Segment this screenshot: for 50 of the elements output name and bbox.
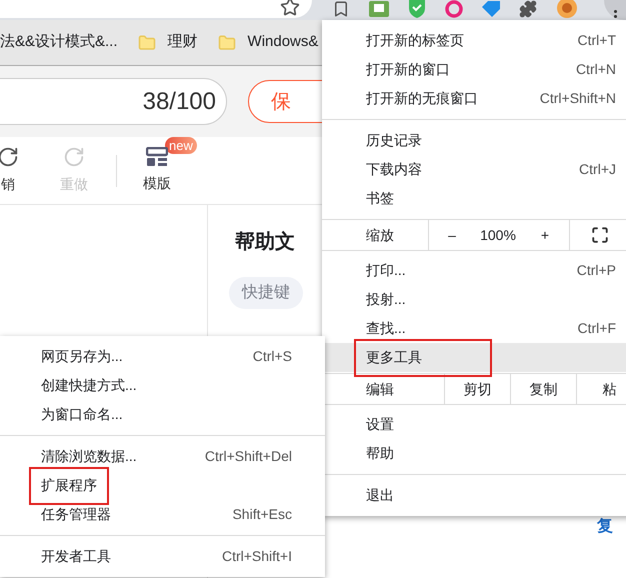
help-title: 帮助文 (235, 230, 295, 255)
menu-item[interactable]: 打开新的标签页 Ctrl+T (322, 26, 626, 55)
help-tag[interactable]: 快捷键 (229, 277, 303, 309)
menu-item[interactable]: 为窗口命名... (0, 400, 325, 429)
menu-button[interactable] (604, 0, 626, 20)
menu-item[interactable]: 退出 (322, 481, 626, 510)
zoom-level: 100% (479, 226, 517, 244)
menu-label: 编辑 (365, 380, 395, 398)
edit-action-button[interactable]: 粘 (576, 374, 626, 404)
bookmark-item[interactable]: Windows& (248, 31, 318, 54)
bookmark-icon[interactable] (332, 0, 350, 18)
menu-item[interactable]: 投射... (322, 285, 626, 314)
menu-label: 缩放 (365, 226, 395, 244)
menu-item[interactable]: 查找... Ctrl+F (322, 314, 626, 343)
menu-item[interactable]: 开发者工具 Ctrl+Shift+I (0, 542, 325, 571)
undo-icon (0, 146, 19, 168)
bookmark-item[interactable]: 理财 (168, 31, 198, 54)
shield-icon[interactable] (408, 0, 426, 18)
folder-icon (218, 34, 236, 52)
copy-link[interactable]: 复 (597, 515, 613, 539)
edit-action-button[interactable]: 剪切 (444, 374, 510, 404)
menu-item[interactable]: 任务管理器 Shift+Esc (0, 500, 325, 529)
title-field[interactable]: 38/100 (0, 78, 227, 125)
bookmark-item[interactable]: 法&&设计模式&... (0, 31, 118, 54)
template-icon (146, 147, 168, 167)
new-badge: new (165, 137, 197, 154)
menu-item[interactable]: 帮助 (322, 439, 626, 468)
edit-action-button[interactable]: 复制 (510, 374, 576, 404)
zoom-out-button[interactable]: – (429, 224, 475, 246)
tag-icon[interactable] (482, 1, 500, 17)
star-icon[interactable] (280, 0, 300, 17)
character-counter: 38/100 (142, 86, 216, 116)
fullscreen-icon[interactable] (590, 226, 608, 244)
menu-item[interactable]: 网页另存为... Ctrl+S (0, 342, 325, 371)
menu-item[interactable]: 打印... Ctrl+P (322, 256, 626, 285)
menu-item[interactable]: 清除浏览数据... Ctrl+Shift+Del (0, 442, 325, 471)
menu-item[interactable]: 书签 (322, 184, 626, 213)
redo-icon (63, 146, 85, 168)
tool-button[interactable]: 销 (0, 146, 26, 195)
menu-item[interactable]: 扩展程序 (0, 471, 325, 500)
extension-icon[interactable] (369, 1, 389, 17)
puzzle-icon[interactable] (519, 0, 537, 18)
zoom-in-button[interactable]: + (521, 224, 569, 246)
menu-item[interactable]: 设置 (322, 410, 626, 439)
ring-icon[interactable] (445, 0, 463, 18)
avatar-icon[interactable] (556, 0, 578, 19)
menu-item[interactable]: 创建快捷方式... (0, 371, 325, 400)
menu-item[interactable]: 下载内容 Ctrl+J (322, 155, 626, 184)
folder-icon (138, 34, 156, 52)
menu-item[interactable]: 历史记录 (322, 126, 626, 155)
